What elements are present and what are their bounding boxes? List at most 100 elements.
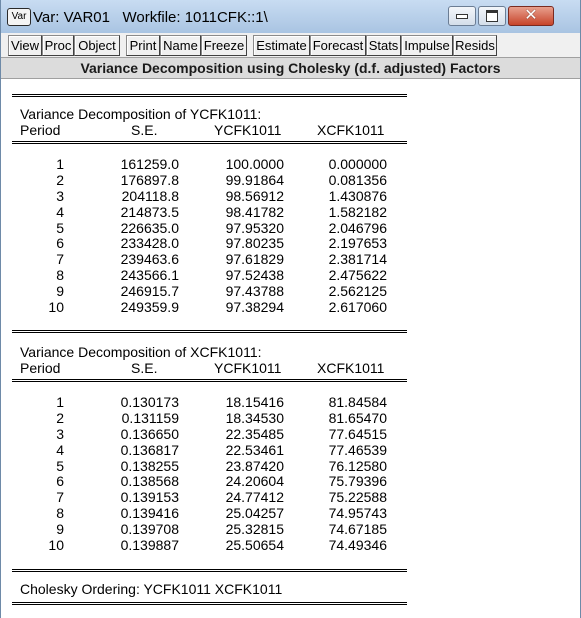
stats-button[interactable]: Stats	[366, 35, 401, 56]
table2-ycfk-cell: 25.32815	[225, 521, 284, 538]
table-divider	[12, 569, 407, 572]
table1-xcfk-column: 0.000000 0.081356 1.430876 1.582182 2.046796…	[301, 156, 387, 316]
table1-period-cell: 5	[56, 219, 64, 236]
var-app-icon[interactable]: Var	[7, 8, 31, 26]
table2-ycfk-cell: 25.04257	[225, 505, 284, 522]
impulse-button[interactable]: Impulse	[401, 35, 453, 56]
table2-se-cell: 0.136817	[120, 441, 179, 458]
table2-header-ycfk: YCFK1011	[214, 360, 282, 376]
table1-period-cell: 7	[56, 251, 64, 268]
table1-ycfk-cell: 97.80235	[225, 235, 284, 252]
table1-se-cell: 239463.6	[120, 251, 179, 268]
table2-se-cell: 0.131159	[121, 409, 179, 426]
table2-period-cell: 10	[48, 537, 64, 554]
table1-xcfk-cell: 0.000000	[328, 156, 387, 172]
table2-xcfk-cell: 81.65470	[328, 409, 387, 426]
table1-se-cell: 246915.7	[120, 283, 179, 300]
table1-period-cell: 2	[56, 171, 64, 188]
table2-period-cell: 3	[56, 425, 64, 442]
table1-ycfk-cell: 97.95320	[225, 219, 284, 236]
cholesky-ordering-note: Cholesky Ordering: YCFK1011 XCFK1011	[20, 581, 283, 597]
table2-ycfk-cell: 24.77412	[225, 489, 284, 506]
table2-period-cell: 6	[56, 473, 64, 490]
table1-period-column: 1 2 3 4 5 6 7 8 9 10	[21, 156, 64, 316]
table2-xcfk-cell: 81.84584	[328, 394, 387, 410]
minimize-button[interactable]	[448, 6, 476, 26]
table1-ycfk-cell: 98.41782	[225, 203, 284, 220]
table2-title: Variance Decomposition of XCFK1011:	[20, 344, 262, 360]
table-divider	[12, 379, 407, 382]
table-divider	[12, 602, 407, 605]
table2-xcfk-cell: 74.95743	[328, 505, 387, 522]
table1-header-period: Period	[20, 122, 61, 138]
table2-ycfk-cell: 22.35485	[225, 425, 284, 442]
object-button[interactable]: Object	[74, 35, 120, 56]
table2-header-xcfk: XCFK1011	[317, 360, 385, 376]
table1-header-se: S.E.	[131, 122, 158, 138]
table1-se-cell: 176897.8	[120, 171, 179, 188]
table1-se-cell: 204118.8	[121, 187, 179, 204]
table2-ycfk-cell: 18.15416	[225, 394, 284, 410]
table1-ycfk-cell: 100.0000	[225, 156, 284, 172]
table1-ycfk-cell: 97.52438	[225, 267, 284, 284]
table2-period-cell: 9	[56, 521, 64, 538]
table2-ycfk-column: 18.15416 18.34530 22.35485 22.53461 23.87420…	[201, 394, 284, 554]
resids-button[interactable]: Resids	[453, 35, 497, 56]
output-header: Variance Decomposition using Cholesky (d…	[1, 57, 580, 79]
table2-period-cell: 8	[56, 505, 64, 522]
table1-xcfk-cell: 2.475622	[328, 267, 387, 284]
table2-period-cell: 4	[56, 441, 64, 458]
table2-ycfk-cell: 25.50654	[225, 537, 284, 554]
table1-se-cell: 161259.0	[120, 156, 179, 172]
forecast-button[interactable]: Forecast	[310, 35, 366, 56]
table1-xcfk-cell: 0.081356	[328, 171, 387, 188]
freeze-button[interactable]: Freeze	[201, 35, 247, 56]
table-divider	[12, 141, 407, 144]
table1-se-cell: 214873.5	[120, 203, 179, 220]
estimate-button[interactable]: Estimate	[253, 35, 310, 56]
maximize-icon	[486, 10, 498, 22]
table1-ycfk-cell: 97.61829	[225, 251, 284, 268]
minimize-icon	[456, 13, 468, 19]
name-button[interactable]: Name	[160, 35, 201, 56]
table1-ycfk-cell: 99.91864	[225, 171, 284, 188]
table2-period-cell: 5	[56, 457, 64, 474]
table1-xcfk-cell: 2.197653	[328, 235, 387, 252]
table1-period-cell: 9	[56, 283, 64, 300]
table1-header-xcfk: XCFK1011	[317, 122, 385, 138]
table2-ycfk-cell: 24.20604	[225, 473, 284, 490]
table2-xcfk-cell: 75.22588	[328, 489, 387, 506]
output-area[interactable]: Variance Decomposition of YCFK1011: Peri…	[1, 79, 580, 618]
table2-period-cell: 2	[56, 409, 64, 426]
table2-se-cell: 0.139887	[120, 537, 179, 554]
table2-se-cell: 0.136650	[120, 425, 179, 442]
proc-button[interactable]: Proc	[42, 35, 74, 56]
table-divider	[12, 330, 407, 333]
table2-se-cell: 0.139153	[120, 489, 179, 506]
title-bar[interactable]: Var Var: VAR01 Workfile: 1011CFK::1\ ✕	[1, 0, 580, 33]
table2-period-cell: 1	[56, 394, 64, 410]
table1-xcfk-cell: 2.046796	[328, 219, 387, 236]
table1-se-cell: 243566.1	[120, 267, 179, 284]
maximize-button[interactable]	[478, 6, 506, 26]
table2-period-cell: 7	[56, 489, 64, 506]
table1-period-cell: 4	[56, 203, 64, 220]
print-button[interactable]: Print	[126, 35, 160, 56]
table2-ycfk-cell: 22.53461	[225, 441, 284, 458]
toolbar: View Proc Object Print Name Freeze Estim…	[1, 33, 580, 57]
table1-ycfk-column: 100.0000 99.91864 98.56912 98.41782 97.95320…	[201, 156, 284, 316]
view-button[interactable]: View	[8, 35, 42, 56]
table-divider	[12, 94, 407, 97]
window-title: Var: VAR01 Workfile: 1011CFK::1\	[33, 9, 268, 26]
table2-ycfk-cell: 18.34530	[225, 409, 284, 426]
var-window: Var Var: VAR01 Workfile: 1011CFK::1\ ✕ V…	[0, 0, 581, 618]
table2-se-cell: 0.139708	[120, 521, 179, 538]
close-button[interactable]: ✕	[508, 6, 554, 26]
table2-period-column: 1 2 3 4 5 6 7 8 9 10	[21, 394, 64, 554]
table1-header-ycfk: YCFK1011	[214, 122, 282, 138]
table1-period-cell: 8	[56, 267, 64, 284]
table1-period-cell: 3	[56, 187, 64, 204]
table2-se-cell: 0.130173	[120, 394, 179, 410]
table1-xcfk-cell: 1.430876	[328, 187, 387, 204]
table1-title: Variance Decomposition of YCFK1011:	[20, 106, 262, 122]
